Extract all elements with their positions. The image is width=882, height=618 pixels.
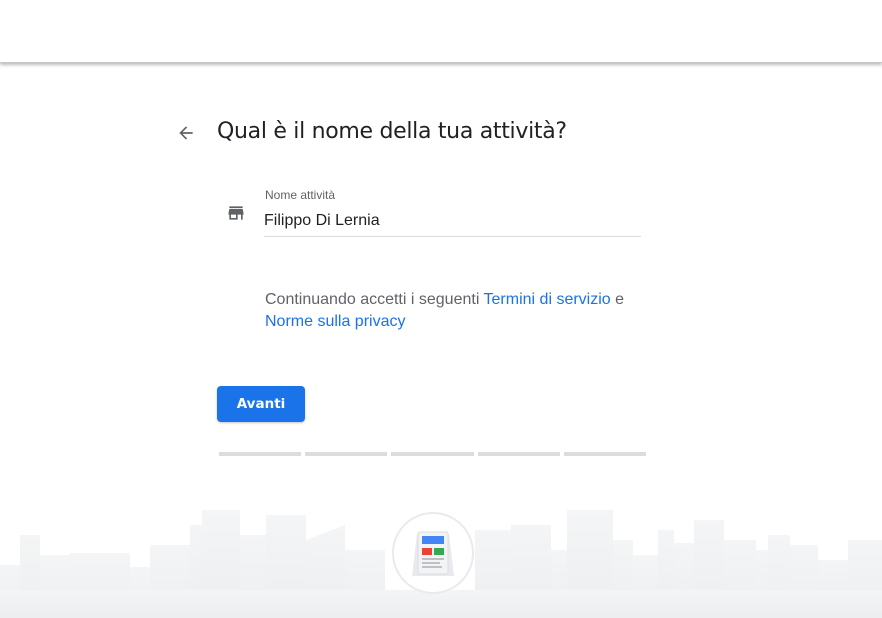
storefront-icon <box>228 206 244 220</box>
page-title: Qual è il nome della tua attività? <box>217 119 567 144</box>
terms-prefix-text: Continuando accetti i seguenti <box>265 291 484 308</box>
storefront-listing-icon <box>412 531 454 576</box>
progress-step-4 <box>478 452 560 456</box>
arrow-back-icon <box>179 126 193 140</box>
terms-notice: Continuando accetti i seguenti Termini d… <box>265 289 655 333</box>
terms-of-service-link[interactable]: Termini di servizio <box>484 291 611 308</box>
progress-step-1 <box>219 452 301 456</box>
next-button[interactable]: Avanti <box>217 386 305 422</box>
storefront-badge <box>392 512 474 594</box>
progress-step-2 <box>305 452 387 456</box>
terms-conjunction-text: e <box>610 291 625 308</box>
privacy-policy-link[interactable]: Norme sulla privacy <box>265 313 405 330</box>
business-name-input[interactable] <box>264 206 641 236</box>
business-name-field <box>264 206 641 237</box>
progress-step-5 <box>564 452 646 456</box>
top-bar <box>0 0 882 63</box>
back-button[interactable] <box>172 119 200 147</box>
progress-bar <box>219 452 647 456</box>
page: Qual è il nome della tua attività? Nome … <box>0 0 882 618</box>
business-name-label: Nome attività <box>265 188 336 202</box>
progress-step-3 <box>391 452 474 456</box>
